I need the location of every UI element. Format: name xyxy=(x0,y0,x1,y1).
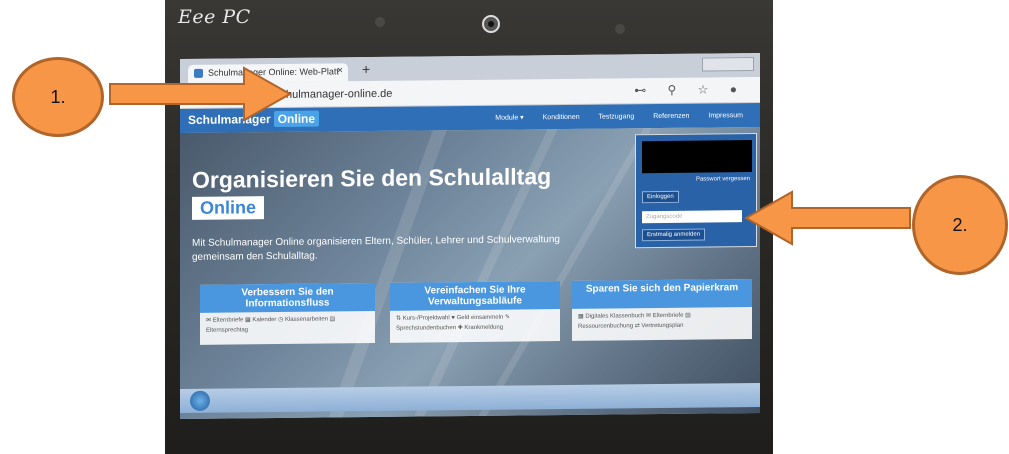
annotation-label-2: 2. xyxy=(952,214,968,235)
toolbar-icons[interactable]: ⊷ ⚲ ☆ ● xyxy=(634,82,746,97)
window-controls[interactable] xyxy=(702,57,754,72)
card-title: Vereinfachen Sie Ihre Verwaltungsabläufe xyxy=(390,281,560,311)
card-items: ▦ Digitales Klassenbuch ✉ Elternbriefe ▤… xyxy=(578,312,691,330)
nav-konditionen[interactable]: Konditionen xyxy=(543,114,580,121)
start-button[interactable] xyxy=(190,390,210,411)
brand-logo: Eee PC xyxy=(178,6,251,28)
nav-referenzen[interactable]: Referenzen xyxy=(653,113,689,120)
access-code-input[interactable]: Zugangscode xyxy=(642,210,742,224)
forgot-password-link[interactable]: Passwort vergessen xyxy=(696,176,750,183)
nav-links: Module ▾ Konditionen Testzugang Referenz… xyxy=(495,111,760,122)
annotation-arrow-1 xyxy=(109,66,293,122)
bezel-sensor xyxy=(615,24,625,34)
card-title: Sparen Sie sich den Papierkram xyxy=(572,279,752,309)
annotation-bubble-2: 2. xyxy=(912,175,1008,275)
webcam xyxy=(482,15,500,33)
hero-badge: Online xyxy=(192,196,265,220)
card-items: ⇅ Kurs-/Projektwahl ♥ Geld einsammeln ✎ … xyxy=(396,314,510,332)
new-tab-button[interactable]: + xyxy=(362,61,370,77)
feature-card[interactable]: Vereinfachen Sie Ihre Verwaltungsabläufe… xyxy=(390,281,560,343)
nav-module[interactable]: Module ▾ xyxy=(495,114,523,121)
bezel-sensor xyxy=(375,17,385,27)
feature-card[interactable]: Sparen Sie sich den Papierkram ▦ Digital… xyxy=(572,279,752,341)
feature-card[interactable]: Verbessern Sie den Informationsfluss ✉ E… xyxy=(200,282,375,345)
first-login-button[interactable]: Erstmalig anmelden xyxy=(642,228,706,242)
photo-stage: Eee PC Schulmanager Online: Web-Platt × … xyxy=(0,0,1009,454)
card-title: Verbessern Sie den Informationsfluss xyxy=(200,282,375,313)
hero-title: Organisieren Sie den Schulalltag xyxy=(192,163,552,193)
login-button[interactable]: Einloggen xyxy=(642,190,679,204)
card-items: ✉ Elternbriefe ▦ Kalender ◷ Klassenarbei… xyxy=(206,316,336,334)
hero-subtitle: Mit Schulmanager Online organisieren Elt… xyxy=(192,234,560,263)
nav-impressum[interactable]: Impressum xyxy=(708,112,743,119)
redacted-field xyxy=(642,140,752,174)
login-panel: Passwort vergessen Einloggen Zugangscode… xyxy=(635,132,757,249)
annotation-arrow-2 xyxy=(743,190,911,246)
annotation-label-1: 1. xyxy=(50,86,66,107)
close-tab-icon[interactable]: × xyxy=(337,65,343,76)
annotation-bubble-1: 1. xyxy=(12,57,104,137)
nav-testzugang[interactable]: Testzugang xyxy=(598,113,634,120)
